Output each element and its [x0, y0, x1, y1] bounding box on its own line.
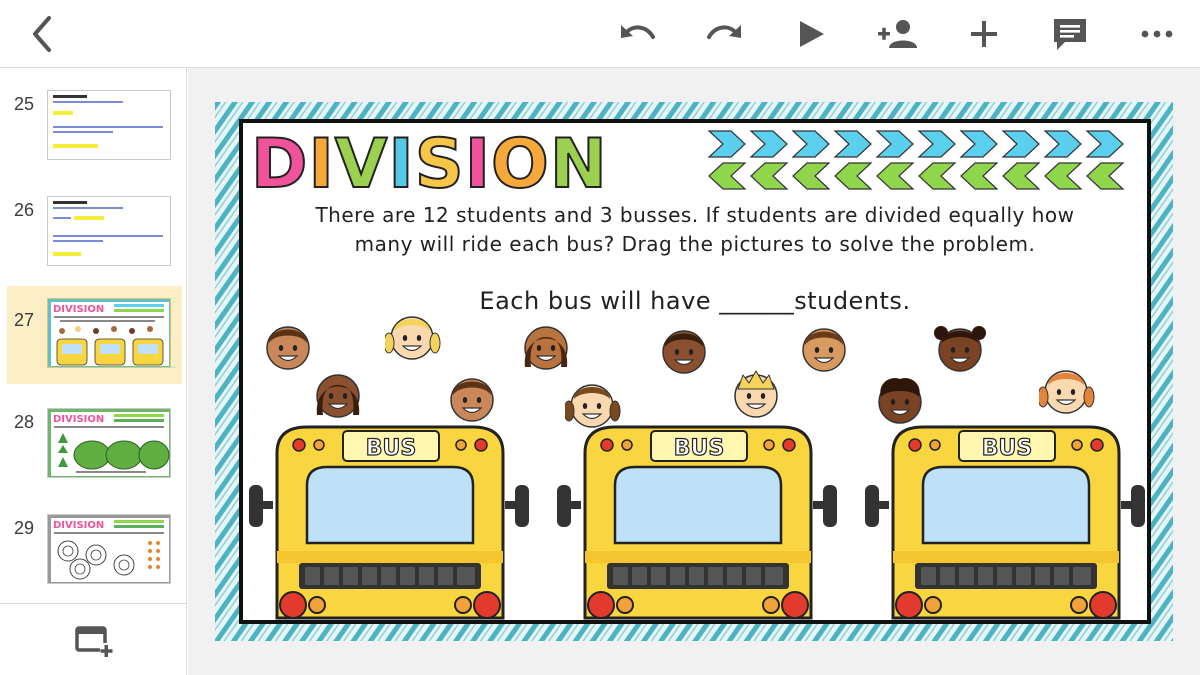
- slide-preview: [47, 196, 171, 266]
- title-letter: S: [414, 124, 465, 205]
- slide-27: DIVISION There are 12 students and 3 bus…: [215, 102, 1173, 641]
- slide-preview: DIVISION: [47, 408, 171, 478]
- slide-thumbnail-26[interactable]: 26: [7, 176, 182, 274]
- answer-prefix: Each bus will have: [479, 287, 720, 315]
- slide-preview: DIVISION: [47, 298, 171, 368]
- undo-icon: [621, 25, 655, 39]
- slide-thumbnail-25[interactable]: 25: [7, 70, 182, 168]
- student-face-5[interactable]: [797, 321, 853, 381]
- svg-text:DIVISION: DIVISION: [53, 520, 104, 531]
- chevron-arrow: [1002, 162, 1041, 190]
- chevron-arrow: [1043, 130, 1082, 158]
- slide-thumbnail-28[interactable]: 28 DIVISION: [7, 388, 182, 486]
- chevron-arrow: [792, 162, 831, 190]
- chevron-arrow: [834, 162, 873, 190]
- slide-content-area: DIVISION There are 12 students and 3 bus…: [239, 119, 1151, 624]
- redo-button[interactable]: [698, 8, 750, 60]
- chevron-arrow: [918, 162, 957, 190]
- bus-label: BUS: [982, 436, 1032, 461]
- chevron-arrow: [833, 130, 872, 158]
- slide-number: 29: [13, 518, 35, 538]
- share-button[interactable]: [872, 8, 924, 60]
- chevron-arrow: [708, 162, 747, 190]
- slide-canvas: DIVISION There are 12 students and 3 bus…: [188, 68, 1200, 675]
- svg-text:DIVISION: DIVISION: [53, 304, 104, 315]
- chevron-arrow: [1085, 130, 1124, 158]
- undo-button[interactable]: [612, 8, 664, 60]
- slide-preview: [47, 90, 171, 160]
- chevron-arrow: [791, 130, 830, 158]
- division-title: DIVISION: [250, 124, 608, 205]
- bus-label: BUS: [674, 436, 724, 461]
- chevron-arrow: [750, 162, 789, 190]
- slide-number: 26: [13, 200, 35, 220]
- new-slide-button[interactable]: [72, 622, 116, 662]
- student-face-10[interactable]: [729, 367, 785, 427]
- chevron-arrow: [875, 130, 914, 158]
- student-face-1[interactable]: [261, 319, 317, 379]
- chevron-arrow: [959, 130, 998, 158]
- title-letter: N: [549, 124, 608, 205]
- title-letter: O: [490, 124, 550, 205]
- slide-number: 27: [13, 310, 35, 330]
- chevron-arrow: [1086, 162, 1125, 190]
- word-problem: There are 12 students and 3 busses. If s…: [243, 201, 1147, 259]
- svg-text:DIVISION: DIVISION: [53, 414, 104, 425]
- slide-thumbnail-29[interactable]: 29 DIVISION: [7, 494, 182, 592]
- title-letter: I: [387, 124, 415, 205]
- title-letter: D: [250, 124, 309, 205]
- chevron-arrow: [1001, 130, 1040, 158]
- title-letter: V: [334, 124, 389, 205]
- answer-sentence: Each bus will have ______students.: [243, 287, 1147, 315]
- answer-blank[interactable]: ______: [719, 287, 794, 315]
- insert-button[interactable]: [958, 8, 1010, 60]
- student-face-4[interactable]: [657, 323, 713, 383]
- title-letter: I: [307, 124, 335, 205]
- chevron-arrow: [749, 130, 788, 158]
- answer-suffix: students.: [794, 287, 911, 315]
- sidebar-footer: [0, 603, 186, 675]
- chevron-arrow: [1044, 162, 1083, 190]
- student-face-7[interactable]: [311, 367, 367, 427]
- app-toolbar: [0, 0, 1200, 68]
- student-face-12[interactable]: [1037, 363, 1095, 423]
- comment-button[interactable]: [1044, 8, 1096, 60]
- present-button[interactable]: [785, 8, 837, 60]
- slide-number: 25: [13, 94, 35, 114]
- back-button[interactable]: [16, 8, 68, 60]
- problem-line-2: many will ride each bus? Drag the pictur…: [354, 232, 1036, 256]
- plus-icon: [971, 21, 997, 47]
- student-face-2[interactable]: [383, 309, 441, 369]
- add-person-icon: [878, 20, 917, 48]
- chevron-arrow: [917, 130, 956, 158]
- chevron-arrows-decoration: [707, 130, 1125, 190]
- slide-number: 28: [13, 412, 35, 432]
- slide-list-sidebar: 25 26 27 DIVISION 28 DIVISION 29 DIVISIO…: [0, 68, 187, 675]
- arrow-back-icon: [33, 16, 51, 52]
- title-letter: I: [464, 124, 492, 205]
- student-face-6[interactable]: [933, 321, 989, 381]
- chevron-arrow: [960, 162, 999, 190]
- comment-icon: [1054, 19, 1086, 50]
- slide-preview: DIVISION: [47, 514, 171, 584]
- bus-label: BUS: [366, 436, 416, 461]
- chevron-arrow: [707, 130, 746, 158]
- more-options-button[interactable]: [1131, 8, 1183, 60]
- student-face-3[interactable]: [519, 319, 575, 379]
- school-bus-3: BUS: [863, 423, 1151, 632]
- more-horizontal-icon: [1141, 30, 1173, 38]
- school-bus-2: BUS: [555, 423, 843, 632]
- chevron-arrow: [876, 162, 915, 190]
- redo-icon: [707, 25, 741, 39]
- school-bus-1: BUS: [247, 423, 535, 632]
- play-icon: [800, 21, 824, 47]
- slide-thumbnail-27[interactable]: 27 DIVISION: [7, 286, 182, 384]
- new-slide-icon: [75, 626, 113, 657]
- problem-line-1: There are 12 students and 3 busses. If s…: [315, 203, 1075, 227]
- student-face-8[interactable]: [445, 371, 501, 431]
